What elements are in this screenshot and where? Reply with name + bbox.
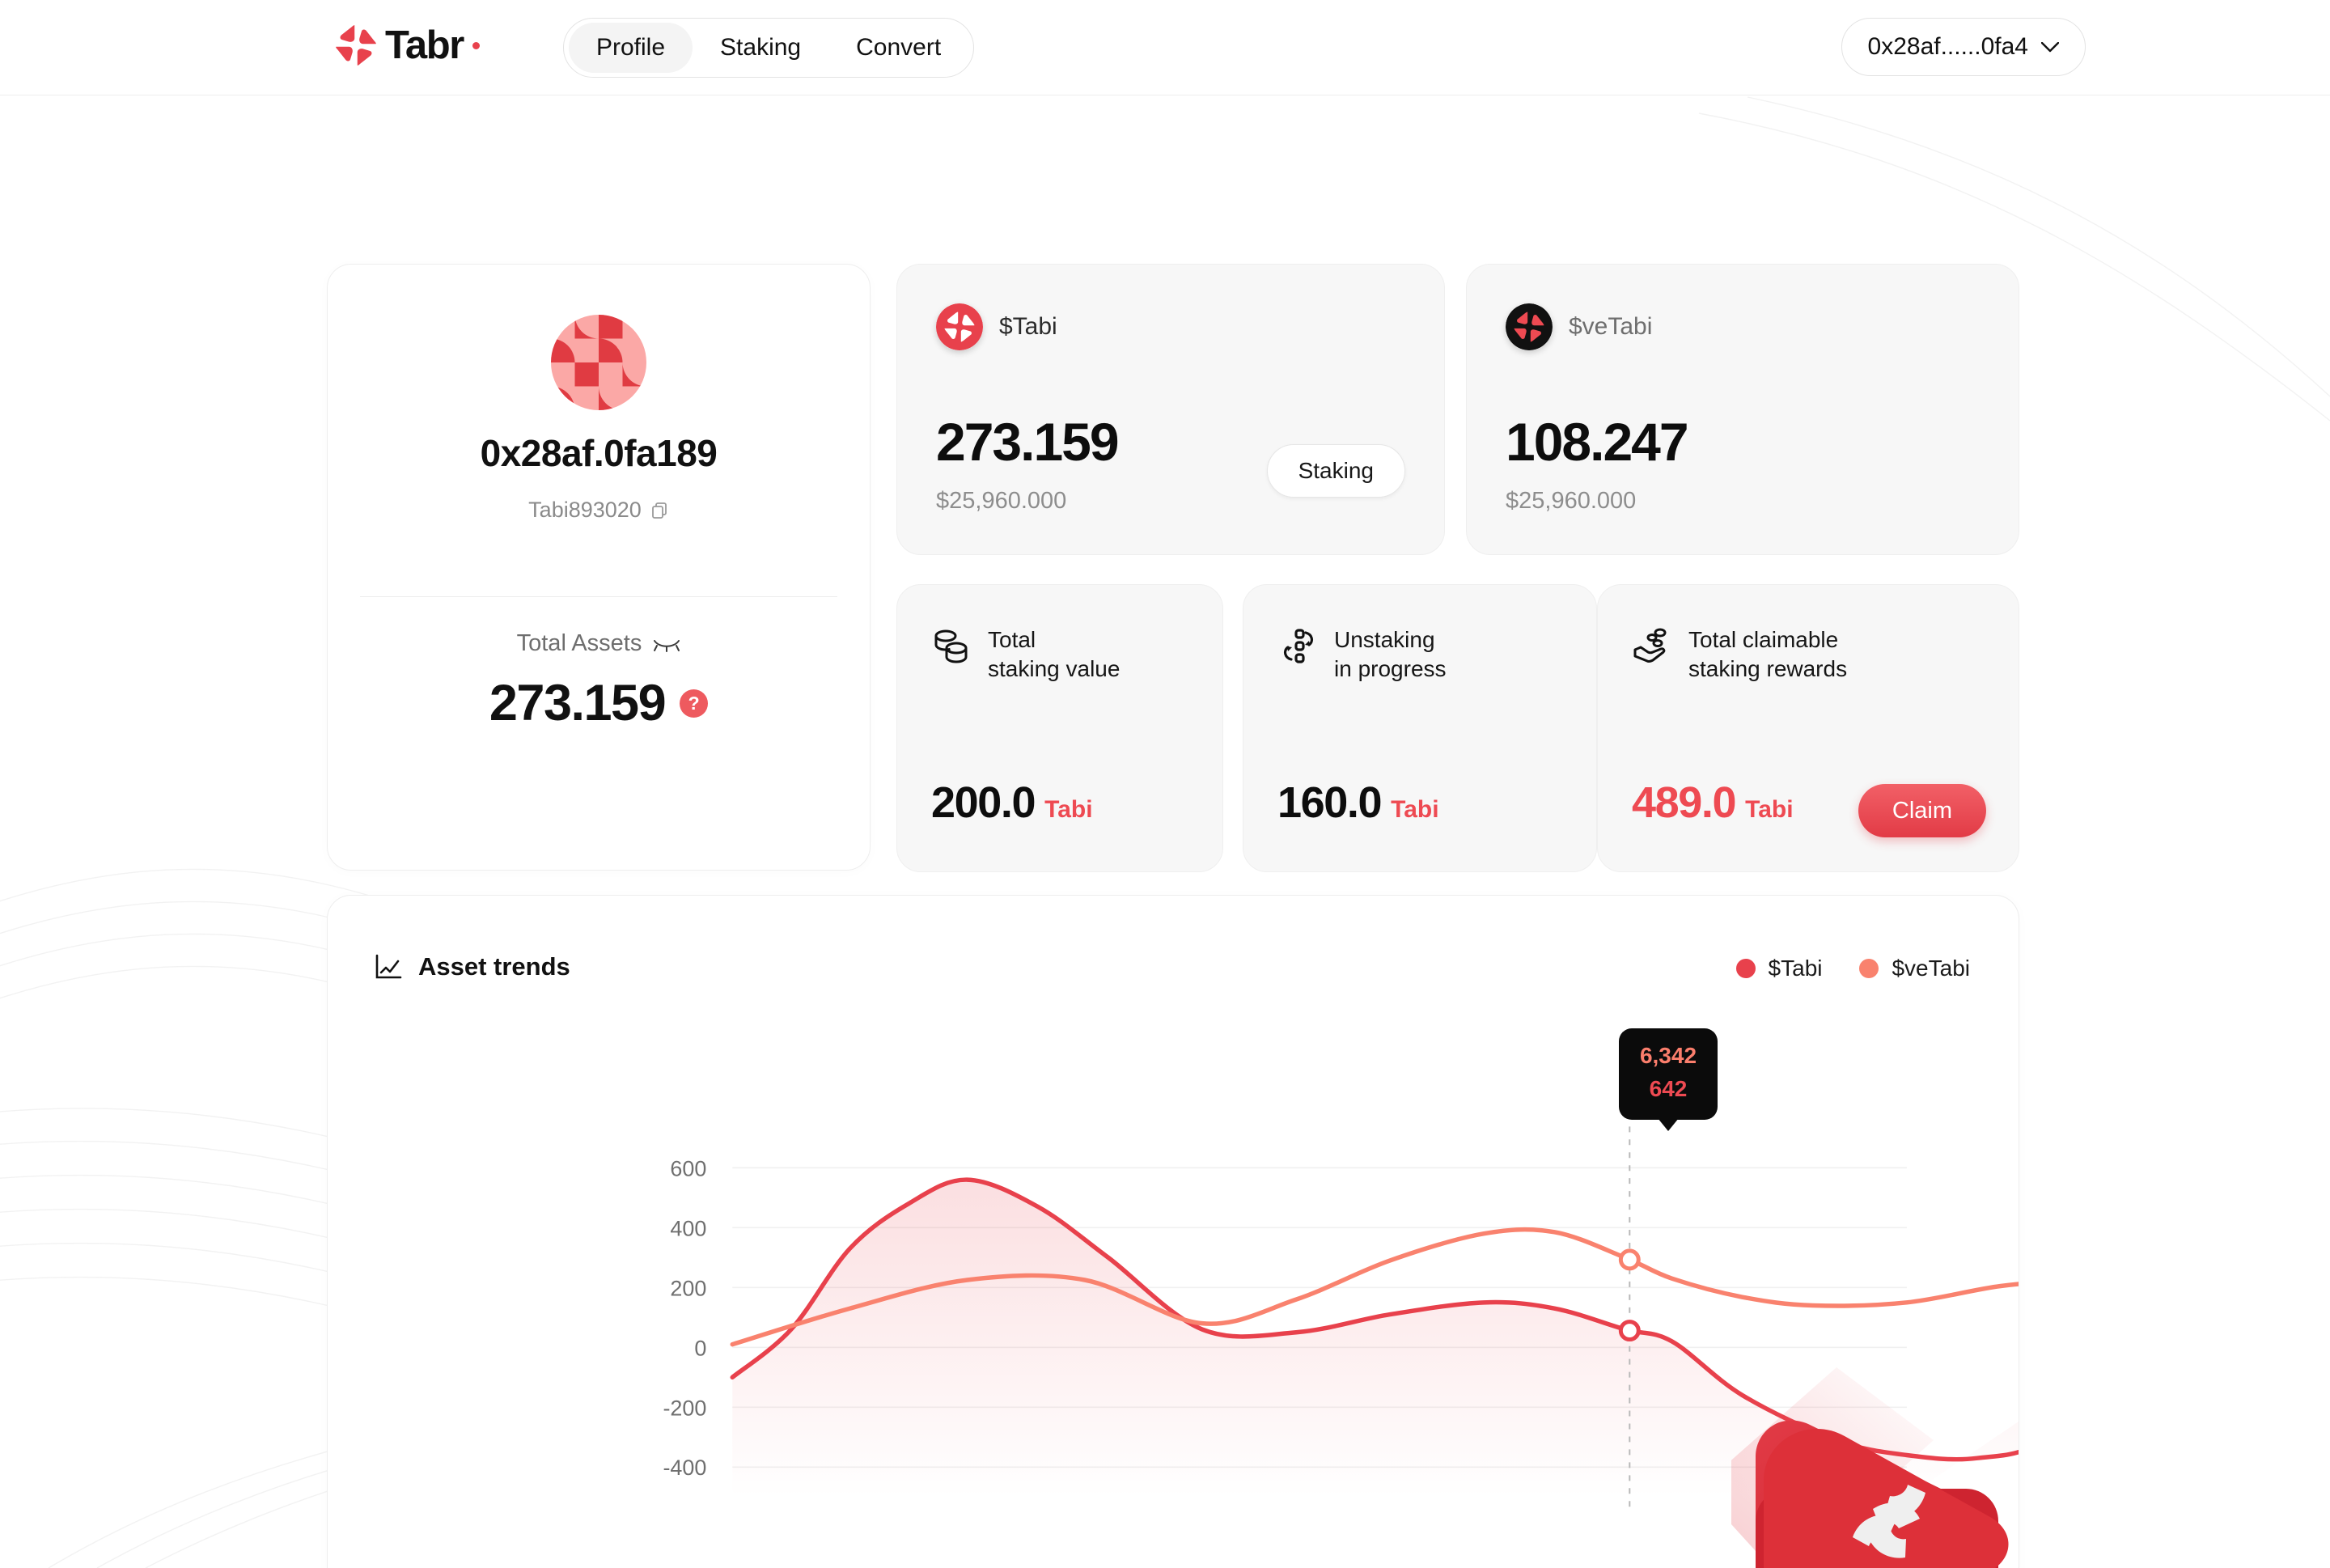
stat-header: Total staking value [931, 625, 1120, 684]
stat-value: 489.0 [1632, 778, 1737, 827]
token-fiat-tabi: $25,960.000 [936, 488, 1067, 514]
refresh-cycle-icon [1283, 629, 1314, 663]
stat-header: Total claimable staking rewards [1632, 625, 1847, 684]
y-tick-label: 600 [670, 1156, 706, 1180]
token-header: $veTabi [1506, 303, 1652, 350]
token-amount-tabi: 273.159 [936, 412, 1120, 472]
stat-card-unstaking-in-progress: Unstaking in progress 160.0 Tabi [1243, 584, 1597, 872]
tooltip-pointer [1658, 1118, 1679, 1132]
main-nav: Profile Staking Convert [563, 18, 975, 78]
token-name-tabi: $Tabi [999, 313, 1057, 340]
stat-card-total-staking-value: Total staking value 200.0 Tabi [896, 584, 1223, 872]
stat-value: 160.0 [1277, 778, 1383, 827]
profile-username-row: Tabi893020 [328, 498, 870, 523]
profile-username: Tabi893020 [528, 498, 642, 522]
stat-card-total-claimable-rewards: Total claimable staking rewards 489.0 Ta… [1597, 584, 2019, 872]
stat-value-row: 160.0 Tabi [1277, 778, 1439, 828]
tabi-token-icon [936, 303, 983, 350]
avatar [551, 315, 646, 410]
claim-button[interactable]: Claim [1858, 784, 1986, 837]
staking-button[interactable]: Staking [1266, 444, 1405, 498]
chart-tooltip: 6,342 642 [1619, 1028, 1718, 1132]
brand-name: Tabr [385, 23, 464, 67]
stat-value: 200.0 [931, 778, 1036, 827]
stat-label: Total staking value [988, 627, 1121, 681]
copy-icon[interactable] [650, 501, 669, 520]
total-assets-label: Total Assets [516, 630, 642, 656]
tab-staking[interactable]: Staking [693, 23, 828, 73]
vetabi-token-icon [1506, 303, 1553, 350]
stat-value-row: 200.0 Tabi [931, 778, 1093, 828]
app-header: Tabr Profile Staking Convert 0x28af.....… [0, 0, 2330, 95]
profile-address: 0x28af.0fa189 [480, 432, 718, 474]
stat-label: Total claimable staking rewards [1688, 627, 1848, 681]
chart-y-tick-labels: 600 400 200 0 -200 -400 [663, 1156, 706, 1480]
token-name-vetabi: $veTabi [1569, 313, 1653, 340]
asset-trends-card: Asset trends $Tabi $veTabi 600 400 200 0… [327, 895, 2019, 1568]
stat-unit: Tabi [1391, 796, 1439, 823]
hand-coins-icon [1633, 628, 1667, 663]
hover-point-vetabi[interactable] [1618, 1248, 1641, 1271]
coin-stack-icon [934, 629, 968, 663]
tooltip-tabi-value: 642 [1649, 1075, 1688, 1101]
stat-label: Unstaking in progress [1334, 627, 1447, 681]
brand-accent-dot [472, 41, 480, 49]
y-tick-label: -400 [663, 1456, 706, 1480]
tooltip-vetabi-value: 6,342 [1639, 1043, 1697, 1068]
y-tick-label: 0 [694, 1336, 706, 1360]
total-assets-value: 273.159 [489, 675, 667, 731]
app-root: Tabr Profile Staking Convert 0x28af.....… [0, 0, 2330, 1568]
stat-header: Unstaking in progress [1277, 625, 1447, 684]
stat-value-row: 489.0 Tabi [1632, 778, 1794, 828]
chevron-down-icon [2041, 41, 2059, 52]
y-tick-label: 400 [670, 1216, 706, 1240]
wallet-dropdown[interactable]: 0x28af......0fa4 [1841, 18, 2086, 76]
token-card-tabi: $Tabi 273.159 $25,960.000 Staking [896, 264, 1445, 555]
stat-unit: Tabi [1044, 796, 1093, 823]
stat-unit: Tabi [1745, 796, 1794, 823]
tab-profile[interactable]: Profile [569, 23, 693, 73]
total-assets-value-row: 273.159 ? [328, 674, 870, 732]
y-tick-label: -200 [663, 1396, 706, 1420]
eye-hidden-icon[interactable] [653, 636, 680, 652]
token-fiat-vetabi: $25,960.000 [1506, 488, 1637, 514]
tab-convert[interactable]: Convert [828, 23, 968, 73]
total-assets-label-row: Total Assets [328, 630, 870, 657]
wallet-address-label: 0x28af......0fa4 [1867, 33, 2028, 60]
tabr-pinwheel-icon [336, 25, 376, 66]
brand-logo[interactable]: Tabr [333, 23, 480, 68]
token-card-vetabi: $veTabi 108.247 $25,960.000 [1466, 264, 2019, 555]
token-amount-vetabi: 108.247 [1506, 412, 1689, 472]
y-tick-label: 200 [670, 1276, 706, 1300]
profile-divider [360, 596, 837, 597]
hover-point-tabi[interactable] [1618, 1320, 1641, 1342]
help-icon[interactable]: ? [680, 689, 709, 718]
token-header: $Tabi [936, 303, 1057, 350]
asset-trends-plot: 6004002000-200-400 08/0108/0208/0308/040… [663, 1049, 2019, 1568]
profile-card: 0x28af.0fa189 Tabi893020 Total Assets 27… [327, 264, 871, 871]
